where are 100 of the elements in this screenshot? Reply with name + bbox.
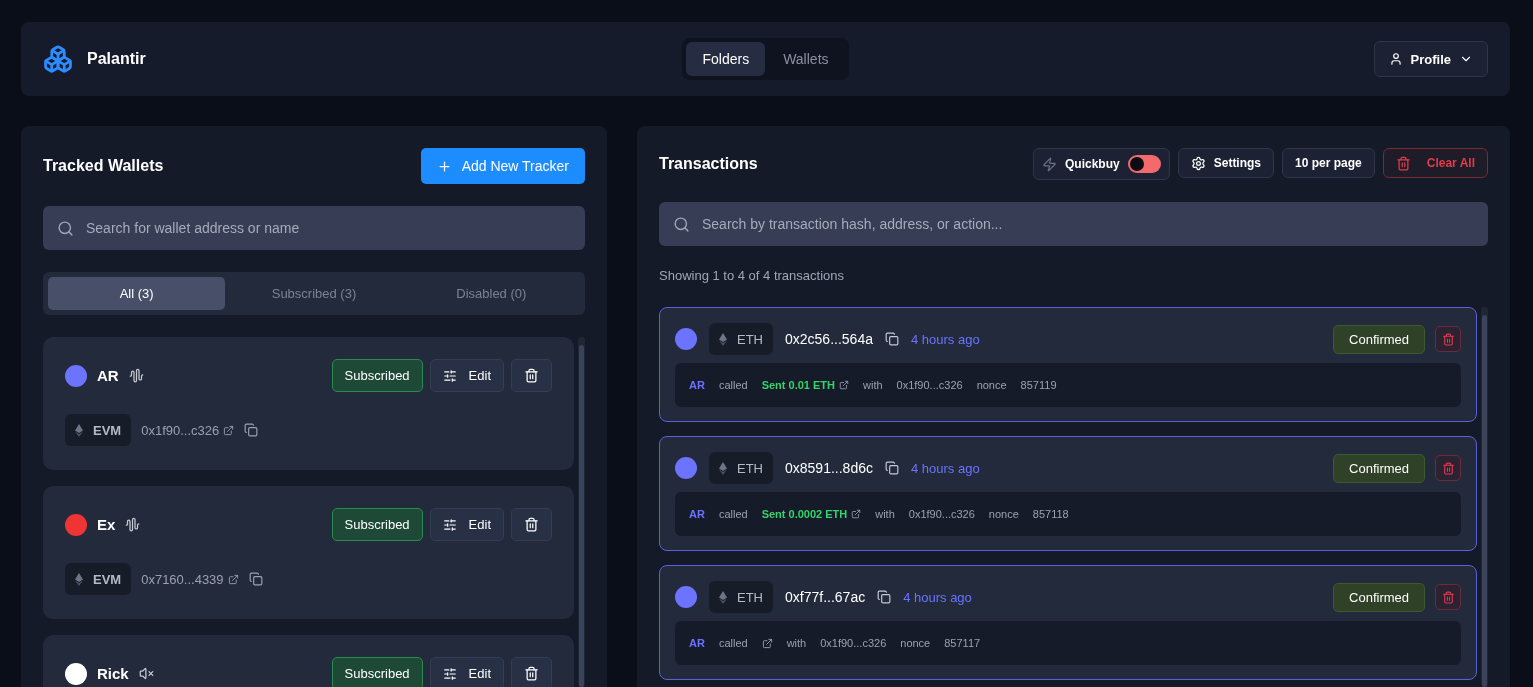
wallet-name: Rick [97,665,129,682]
nav-tab[interactable]: Wallets [767,42,845,76]
status-badge: Confirmed [1333,324,1425,354]
clear-all-button[interactable]: Clear All [1382,148,1488,178]
trash-icon [1441,590,1455,604]
external-link-icon[interactable] [839,380,849,390]
cubes-logo-icon [43,44,73,74]
trash-icon [1441,332,1455,346]
ethereum-icon [719,332,727,346]
chain-badge: EVM [65,563,132,595]
chain-badge: ETH [709,581,773,613]
copy-icon[interactable] [244,423,259,437]
action-link[interactable]: Sent 0.0002 ETH [761,508,848,520]
ethereum-icon [75,423,83,437]
nonce-label: nonce [900,637,931,649]
counterparty-address: 0x1f90...c326 [908,508,975,520]
transaction-time: 4 hours ago [903,589,972,605]
edit-button[interactable]: Edit [429,508,504,541]
trash-icon [524,368,539,383]
external-link-icon[interactable] [227,573,239,585]
nonce-value: 857118 [1032,508,1069,520]
waveform-icon[interactable] [128,368,144,383]
transaction-time: 4 hours ago [910,331,980,347]
wallet-dot [675,457,697,479]
panel-title: Tracked Wallets [43,157,164,175]
search-icon [57,219,74,237]
verb-text: called [718,379,748,391]
chain-badge: ETH [709,452,773,484]
wallet-label: AR [689,379,705,391]
waveform-icon[interactable] [125,517,141,532]
nonce-value: 857117 [944,637,981,649]
subscribed-button[interactable]: Subscribed [331,359,423,392]
nav-tab[interactable]: Folders [686,42,766,76]
trash-icon [524,666,539,681]
ethereum-icon [75,572,83,586]
muted-speaker-icon[interactable] [138,666,154,681]
sliders-icon [442,517,457,532]
sliders-icon [442,368,457,383]
copy-icon[interactable] [884,461,899,475]
scrollbar[interactable] [1481,307,1488,687]
external-link-icon[interactable] [761,637,773,649]
subscribed-button[interactable]: Subscribed [331,657,423,687]
copy-icon[interactable] [877,590,892,604]
user-icon [1388,52,1403,66]
brand-name: Palantir [87,50,146,68]
search-icon [673,215,690,233]
external-link-icon[interactable] [851,509,862,519]
delete-button[interactable] [511,359,552,392]
nonce-label: nonce [976,379,1007,391]
transaction-hash: 0x8591...8d6c [785,460,873,476]
transaction-time: 4 hours ago [910,460,980,476]
scrollbar[interactable] [578,337,585,687]
settings-button[interactable]: Settings [1177,148,1275,178]
counterparty-address: 0x1f90...c326 [820,637,887,649]
with-text: with [875,508,895,520]
status-badge: Confirmed [1333,582,1425,612]
plus-icon [436,158,452,174]
edit-button[interactable]: Edit [429,657,504,687]
nonce-label: nonce [988,508,1019,520]
filter-tab[interactable]: All (3) [48,277,226,310]
trash-icon [1395,155,1411,171]
profile-button[interactable]: Profile [1373,41,1488,77]
panel-title: Transactions [659,155,758,173]
transaction-hash: 0xf77f...67ac [785,589,866,605]
copy-icon[interactable] [248,572,263,586]
delete-button[interactable] [511,508,552,541]
filter-tab[interactable]: Disabled (0) [402,277,580,310]
search-bar[interactable]: Search by transaction hash, address, or action... [659,202,1488,246]
filter-tab[interactable]: Subscribed (3) [225,277,403,310]
trash-icon [1441,461,1455,475]
counterparty-address: 0x1f90...c326 [896,379,963,391]
nonce-value: 857119 [1020,379,1057,391]
wallet-name: AR [97,367,119,384]
wallet-dot [675,328,697,350]
status-badge: Confirmed [1333,453,1425,483]
per-page-button[interactable]: 10 per page [1282,148,1375,178]
delete-button[interactable] [511,657,552,687]
wallet-label: AR [689,508,705,520]
copy-icon[interactable] [884,332,899,346]
wallet-name: Ex [97,516,116,533]
wallet-label: AR [689,637,705,649]
action-link[interactable]: Sent 0.01 ETH [761,379,835,391]
subscribed-button[interactable]: Subscribed [331,508,423,541]
with-text: with [863,379,883,391]
quickbuy-label: Quickbuy [1065,157,1120,171]
edit-button[interactable]: Edit [429,359,504,392]
search-field[interactable]: Search for wallet address or name [84,219,571,237]
search-field[interactable]: Search by transaction hash, address, or action... [700,215,1474,233]
settings-icon [1190,155,1206,171]
verb-text: called [718,508,748,520]
search-bar[interactable]: Search for wallet address or name [43,206,585,250]
external-link-icon[interactable] [223,424,235,436]
wallet-dot [675,586,697,608]
sliders-icon [442,666,457,681]
wallet-address[interactable]: 0x1f90...c326 [141,422,220,438]
lightning-icon [1042,156,1057,172]
wallet-address[interactable]: 0x7160...4339 [141,571,224,587]
with-text: with [786,637,807,649]
ethereum-icon [719,590,727,604]
quickbuy-toggle[interactable] [1127,155,1161,173]
